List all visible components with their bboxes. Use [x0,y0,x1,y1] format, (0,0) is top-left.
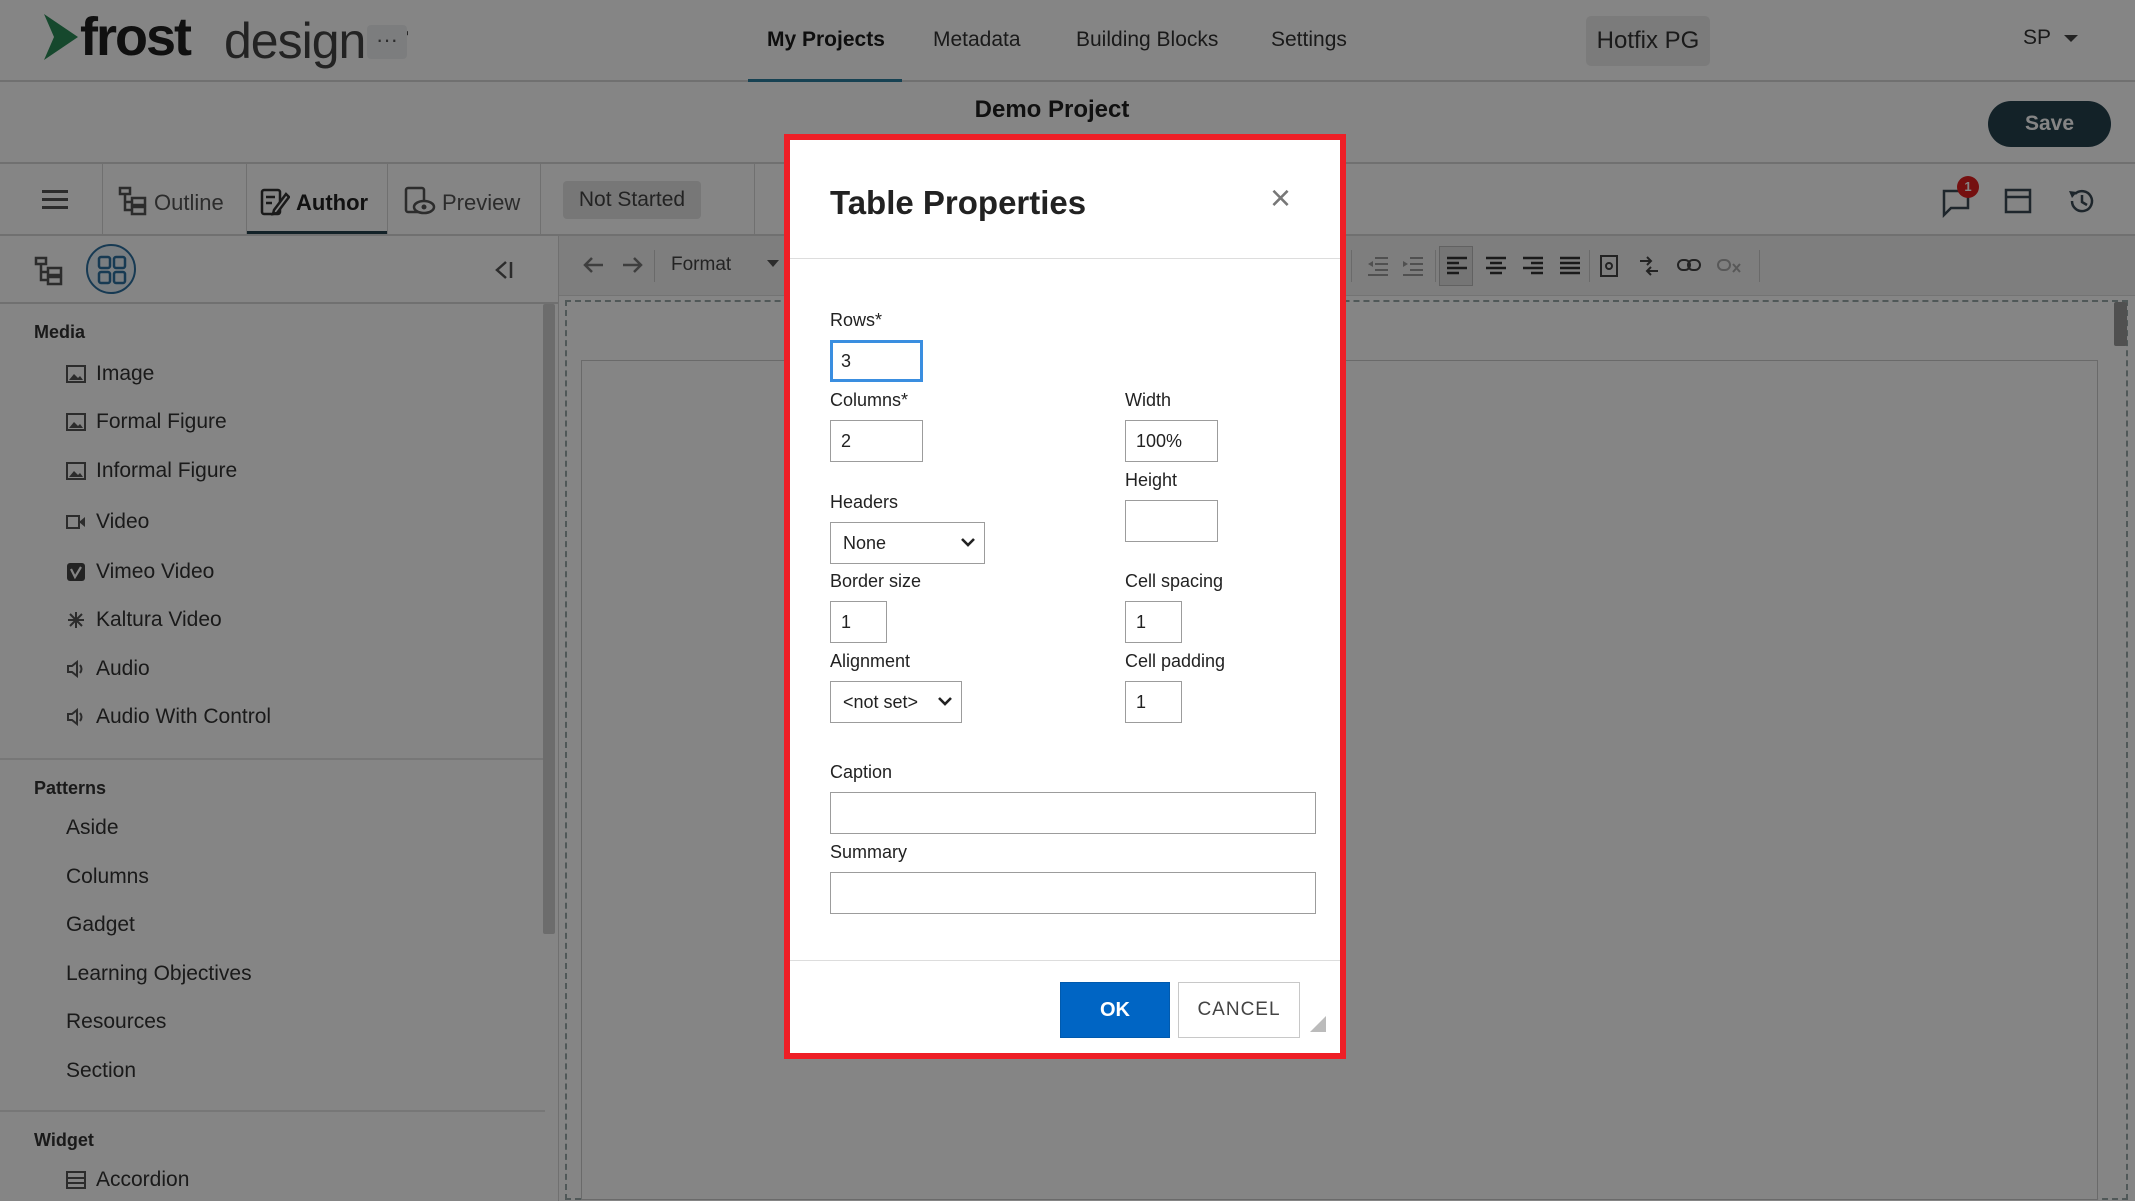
cell-spacing-label: Cell spacing [1125,571,1224,591]
cell-padding-label: Cell padding [1125,651,1226,671]
alignment-label: Alignment [830,651,911,671]
width-label: Width [1125,390,1172,410]
dialog-title: Table Properties [830,184,1087,221]
summary-input[interactable] [830,872,1316,914]
rows-input[interactable] [830,340,923,382]
caption-input[interactable] [830,792,1316,834]
caption-label: Caption [830,762,893,782]
alignment-selected-value: <not set> [843,692,919,712]
divider [790,960,1340,961]
height-input[interactable] [1125,500,1218,542]
border-size-label: Border size [830,571,922,591]
app-root: frost designer ··· My Projects Metadata … [0,0,2135,1201]
headers-select[interactable]: None [830,522,985,564]
height-label: Height [1125,470,1178,490]
resize-handle-icon[interactable] [1310,1016,1326,1032]
chevron-down-icon [961,538,975,547]
divider [790,258,1340,259]
alignment-select[interactable]: <not set> [830,681,962,723]
columns-label: Columns* [830,390,909,410]
ok-button[interactable]: OK [1060,982,1170,1038]
columns-input[interactable] [830,420,923,462]
table-properties-dialog: Table Properties × Rows* Columns* Width … [784,134,1346,1059]
headers-label: Headers [830,492,899,512]
headers-selected-value: None [843,533,887,553]
rows-label: Rows* [830,310,883,330]
cell-spacing-input[interactable] [1125,601,1182,643]
summary-label: Summary [830,842,908,862]
cell-padding-input[interactable] [1125,681,1182,723]
border-size-input[interactable] [830,601,887,643]
chevron-down-icon [938,697,952,706]
cancel-button[interactable]: CANCEL [1178,982,1300,1038]
width-input[interactable] [1125,420,1218,462]
close-icon[interactable]: × [1270,180,1291,216]
